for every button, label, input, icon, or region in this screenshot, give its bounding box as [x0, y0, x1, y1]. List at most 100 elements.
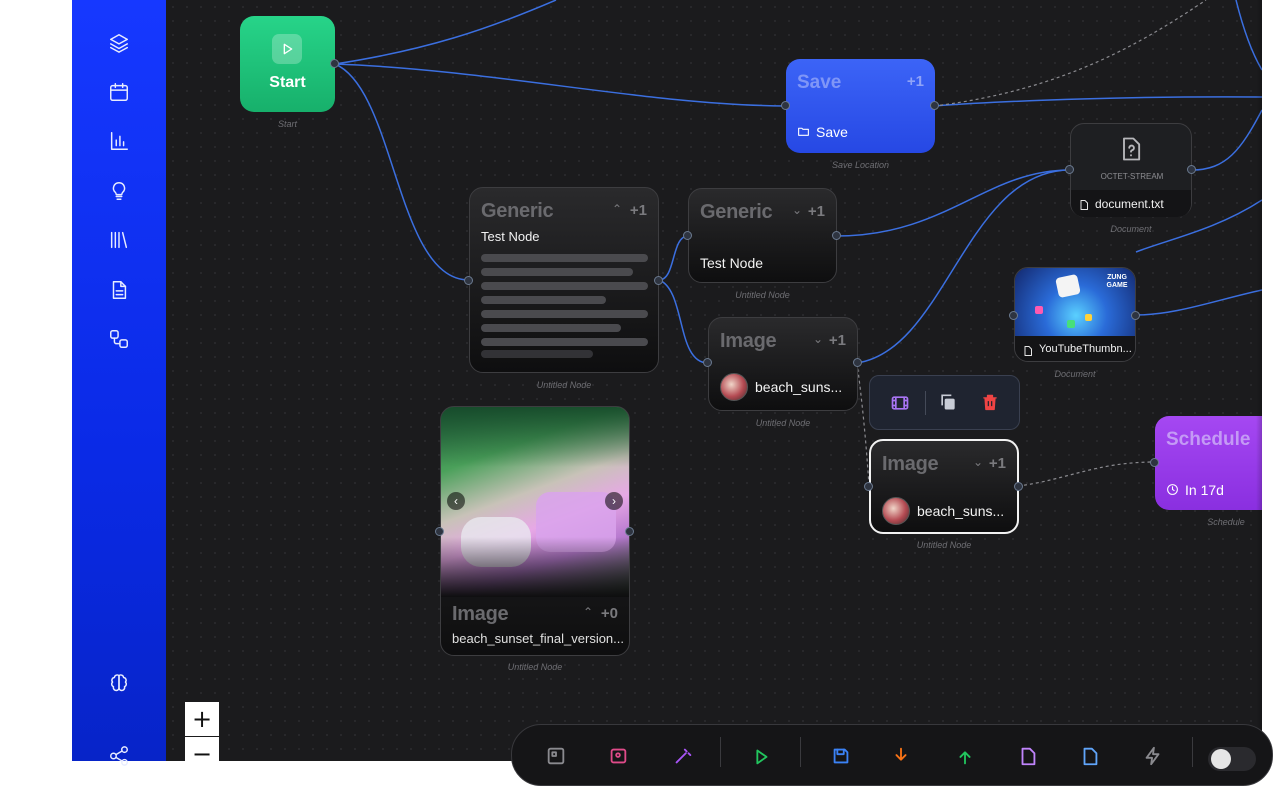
upload-icon[interactable] [954, 745, 976, 767]
start-output-port[interactable] [330, 59, 339, 68]
workflow-icon[interactable] [106, 326, 132, 352]
image-node-1-output-port[interactable] [853, 358, 862, 367]
text-placeholder-line [481, 324, 621, 332]
image-node-2-filename: beach_suns... [917, 503, 1005, 519]
chevron-right-icon[interactable]: › [605, 492, 623, 510]
download-icon[interactable] [890, 745, 912, 767]
youtube-thumbnail: ZUNG GAME [1015, 268, 1135, 336]
chevron-down-icon[interactable]: ⌄ [792, 203, 802, 217]
chevron-up-icon[interactable]: ⌃ [612, 202, 622, 216]
copy-icon[interactable] [938, 392, 958, 417]
image-preview-output-port[interactable] [625, 527, 634, 536]
document-2-input-port[interactable] [1009, 311, 1018, 320]
generic-node-2[interactable]: Generic ⌄ +1 Test Node [688, 188, 837, 283]
generic-node-2-caption: Untitled Node [735, 290, 790, 300]
image-node-2[interactable]: Image ⌄ +1 beach_suns... [869, 439, 1019, 534]
thumbnail-confetti [1035, 306, 1043, 314]
chevron-up-icon[interactable]: ⌃ [583, 605, 593, 619]
image-preview [441, 407, 629, 597]
image-preview-input-port[interactable] [435, 527, 444, 536]
schedule-node[interactable]: Schedule In 17d [1155, 416, 1262, 510]
image-node-1[interactable]: Image ⌄ +1 beach_suns... [708, 317, 858, 411]
window-edge [1262, 0, 1286, 761]
image-node-2-input-port[interactable] [864, 482, 873, 491]
image-node-2-caption: Untitled Node [916, 540, 972, 550]
lightning-icon[interactable] [1142, 745, 1164, 767]
document-1-output-port[interactable] [1187, 165, 1196, 174]
image-node-2-output-port[interactable] [1014, 482, 1023, 491]
schedule-input-port[interactable] [1150, 458, 1159, 467]
document-icon[interactable] [106, 277, 132, 303]
save-disk-icon[interactable] [830, 745, 852, 767]
generic-node-1-count: +1 [629, 202, 647, 219]
zoom-in-button[interactable]: + [185, 702, 219, 736]
film-icon[interactable] [890, 393, 910, 418]
library-icon[interactable] [106, 227, 132, 253]
image-preview-filename: beach_sunset_final_version... [452, 631, 625, 646]
theme-toggle[interactable] [1208, 747, 1256, 771]
generic-node-1-caption: Untitled Node [536, 380, 592, 390]
image-preview-fade [441, 537, 629, 597]
document-filename: YouTubeThumbn... [1039, 343, 1132, 355]
save-input-port[interactable] [781, 101, 790, 110]
document-2-caption: Document [1054, 369, 1096, 379]
node-action-toolbar [869, 375, 1020, 430]
layers-icon[interactable] [106, 30, 132, 56]
document-node-1[interactable]: OCTET-STREAM document.txt [1070, 123, 1192, 217]
toolbar-divider [1192, 737, 1193, 767]
thumbnail-confetti [1085, 314, 1092, 321]
zoom-out-button[interactable]: − [185, 737, 219, 771]
magic-wand-icon[interactable] [672, 745, 694, 767]
image-thumbnail [720, 373, 748, 401]
generic-node-2-output-port[interactable] [832, 231, 841, 240]
play-icon [272, 34, 302, 64]
generic-node-1[interactable]: Generic ⌃ +1 Test Node [469, 187, 659, 373]
trash-icon[interactable] [980, 392, 1000, 417]
calendar-icon[interactable] [106, 79, 132, 105]
lightbulb-icon[interactable] [106, 178, 132, 204]
chart-icon[interactable] [106, 128, 132, 154]
file-icon [1022, 344, 1034, 361]
chevron-down-icon[interactable]: ⌄ [973, 455, 983, 469]
save-output-port[interactable] [930, 101, 939, 110]
generic-node-2-input-port[interactable] [683, 231, 692, 240]
thumbnail-confetti [1067, 320, 1075, 328]
schedule-caption: Schedule [1207, 517, 1245, 527]
image-preview-node[interactable]: ‹ › Image ⌃ +0 beach_sunset_final_versio… [440, 406, 630, 656]
document-1-caption: Document [1110, 224, 1152, 234]
document-node-2[interactable]: ZUNG GAME YouTubeThumbn... [1014, 267, 1136, 362]
text-placeholder-line [481, 310, 648, 318]
image-node-1-input-port[interactable] [703, 358, 712, 367]
file-blue-icon[interactable] [1079, 745, 1101, 767]
save-action-label: Save [816, 124, 848, 140]
play-icon[interactable] [750, 745, 772, 767]
file-question-icon [1117, 135, 1145, 168]
schedule-node-title: Schedule [1166, 429, 1251, 450]
image-node-1-count: +1 [828, 332, 846, 349]
workflow-canvas[interactable]: Start Start Save +1 Save Save Location G… [166, 0, 1262, 761]
image-gallery-icon[interactable] [607, 745, 629, 767]
image-frame-icon[interactable] [545, 745, 567, 767]
generic-node-1-subtitle: Test Node [481, 229, 540, 244]
file-purple-icon[interactable] [1017, 745, 1039, 767]
image-thumbnail [882, 497, 910, 525]
image-node-1-caption: Untitled Node [755, 418, 811, 428]
chevron-down-icon[interactable]: ⌄ [813, 332, 823, 346]
brain-icon[interactable] [106, 670, 132, 696]
document-filename: document.txt [1095, 197, 1164, 211]
generic-node-1-output-port[interactable] [654, 276, 663, 285]
generic-node-1-input-port[interactable] [464, 276, 473, 285]
save-node-count: +1 [906, 73, 924, 90]
sidebar [72, 0, 166, 766]
generic-node-2-title: Generic [700, 201, 773, 223]
image-preview-shade [441, 407, 629, 467]
start-node[interactable]: Start [240, 16, 335, 112]
document-footer: YouTubeThumbn... [1015, 336, 1135, 361]
document-1-input-port[interactable] [1065, 165, 1074, 174]
chevron-left-icon[interactable]: ‹ [447, 492, 465, 510]
text-placeholder-line [481, 268, 633, 276]
start-caption: Start [277, 119, 297, 129]
document-2-output-port[interactable] [1131, 311, 1140, 320]
save-node[interactable]: Save +1 Save [786, 59, 935, 153]
share-icon[interactable] [106, 743, 132, 769]
